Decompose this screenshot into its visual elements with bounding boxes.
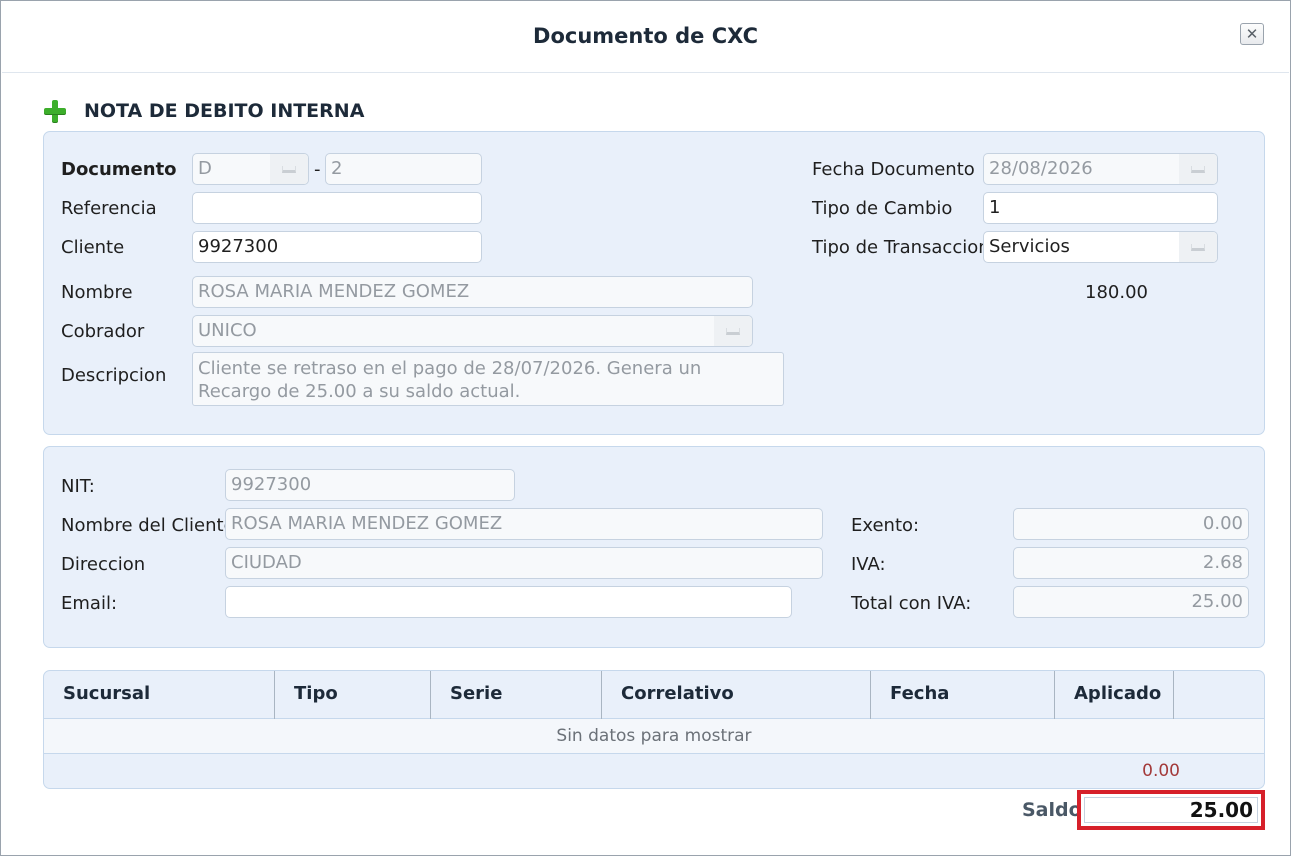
document-serie-select[interactable]: D (192, 153, 309, 185)
serie-dropdown-button[interactable] (270, 154, 308, 184)
iva-field[interactable]: 2.68 (1013, 547, 1249, 579)
fecha-documento-picker[interactable]: 28/08/2026 (983, 153, 1218, 185)
fecha-dropdown-button[interactable] (1179, 154, 1217, 184)
dialog-header: Documento de CXC ✕ (2, 2, 1289, 73)
dropdown-icon (726, 327, 740, 335)
column-header-correlativo[interactable]: Correlativo (602, 671, 871, 719)
tipo-transaccion-value: Servicios (989, 236, 1070, 257)
iva-label: IVA: (851, 554, 886, 575)
applied-documents-grid: Sucursal Tipo Serie Correlativo Fecha Ap… (43, 670, 1265, 789)
document-serie-value: D (198, 158, 212, 179)
column-header-sucursal[interactable]: Sucursal (44, 671, 275, 719)
tipo-cambio-label: Tipo de Cambio (812, 198, 953, 219)
nit-label: NIT: (61, 476, 95, 497)
tipo-transaccion-label: Tipo de Transaccion (812, 237, 990, 258)
descripcion-textarea[interactable]: Cliente se retraso en el pago de 28/07/2… (192, 352, 784, 406)
tipo-transaccion-select[interactable]: Servicios (983, 231, 1218, 263)
calendar-icon (1191, 165, 1205, 173)
email-label: Email: (61, 593, 118, 614)
saldo-highlight: 25.00 (1077, 790, 1265, 830)
grid-total-aplicado: 0.00 (1142, 761, 1180, 781)
descripcion-label: Descripcion (61, 365, 167, 386)
section-title: NOTA DE DEBITO INTERNA (84, 100, 365, 122)
saldo-field[interactable]: 25.00 (1084, 797, 1258, 823)
nombre-field[interactable]: ROSA MARIA MENDEZ GOMEZ (192, 276, 753, 308)
fecha-documento-label: Fecha Documento (812, 159, 975, 180)
close-icon: ✕ (1245, 24, 1259, 43)
cliente-field[interactable]: 9927300 (192, 231, 482, 263)
grid-header: Sucursal Tipo Serie Correlativo Fecha Ap… (44, 671, 1264, 719)
column-header-fecha[interactable]: Fecha (871, 671, 1055, 719)
document-separator: - (314, 159, 321, 180)
dropdown-icon (1191, 243, 1205, 251)
cobrador-select[interactable]: UNICO (192, 315, 753, 347)
document-panel: Documento D - 2 Referencia Cliente 99273… (43, 131, 1265, 435)
nombre-cliente-label: Nombre del Cliente (61, 515, 235, 536)
exento-label: Exento: (851, 515, 920, 536)
amount-value: 180.00 (1085, 282, 1148, 303)
close-button[interactable]: ✕ (1240, 23, 1264, 45)
dropdown-icon (282, 165, 296, 173)
documento-label: Documento (61, 159, 177, 180)
nombre-cliente-field[interactable]: ROSA MARIA MENDEZ GOMEZ (225, 508, 823, 540)
billing-panel: NIT: 9927300 Nombre del Cliente ROSA MAR… (43, 446, 1265, 648)
cliente-label: Cliente (61, 237, 125, 258)
tipo-transaccion-dropdown-button[interactable] (1179, 232, 1217, 262)
grid-empty-message: Sin datos para mostrar (44, 719, 1264, 754)
nit-field[interactable]: 9927300 (225, 469, 515, 501)
cxc-document-dialog: Documento de CXC ✕ NOTA DE DEBITO INTERN… (0, 0, 1291, 856)
cobrador-dropdown-button[interactable] (714, 316, 752, 346)
tipo-cambio-field[interactable]: 1 (983, 192, 1218, 224)
total-con-iva-label: Total con IVA: (851, 593, 972, 614)
nombre-label: Nombre (61, 282, 133, 303)
column-header-serie[interactable]: Serie (431, 671, 602, 719)
column-header-aplicado[interactable]: Aplicado (1055, 671, 1174, 719)
direccion-label: Direccion (61, 554, 146, 575)
plus-icon (43, 99, 67, 123)
section-header: NOTA DE DEBITO INTERNA (43, 99, 364, 123)
direccion-field[interactable]: CIUDAD (225, 547, 823, 579)
document-number-field[interactable]: 2 (325, 153, 482, 185)
saldo-label: Saldo (1022, 799, 1082, 821)
cobrador-value: UNICO (198, 320, 257, 341)
fecha-documento-value: 28/08/2026 (989, 158, 1093, 179)
cobrador-label: Cobrador (61, 321, 145, 342)
email-field[interactable] (225, 586, 792, 618)
referencia-label: Referencia (61, 198, 157, 219)
dialog-title: Documento de CXC (533, 24, 758, 48)
total-con-iva-field[interactable]: 25.00 (1013, 586, 1249, 618)
column-header-tipo[interactable]: Tipo (275, 671, 431, 719)
exento-field[interactable]: 0.00 (1013, 508, 1249, 540)
referencia-field[interactable] (192, 192, 482, 224)
